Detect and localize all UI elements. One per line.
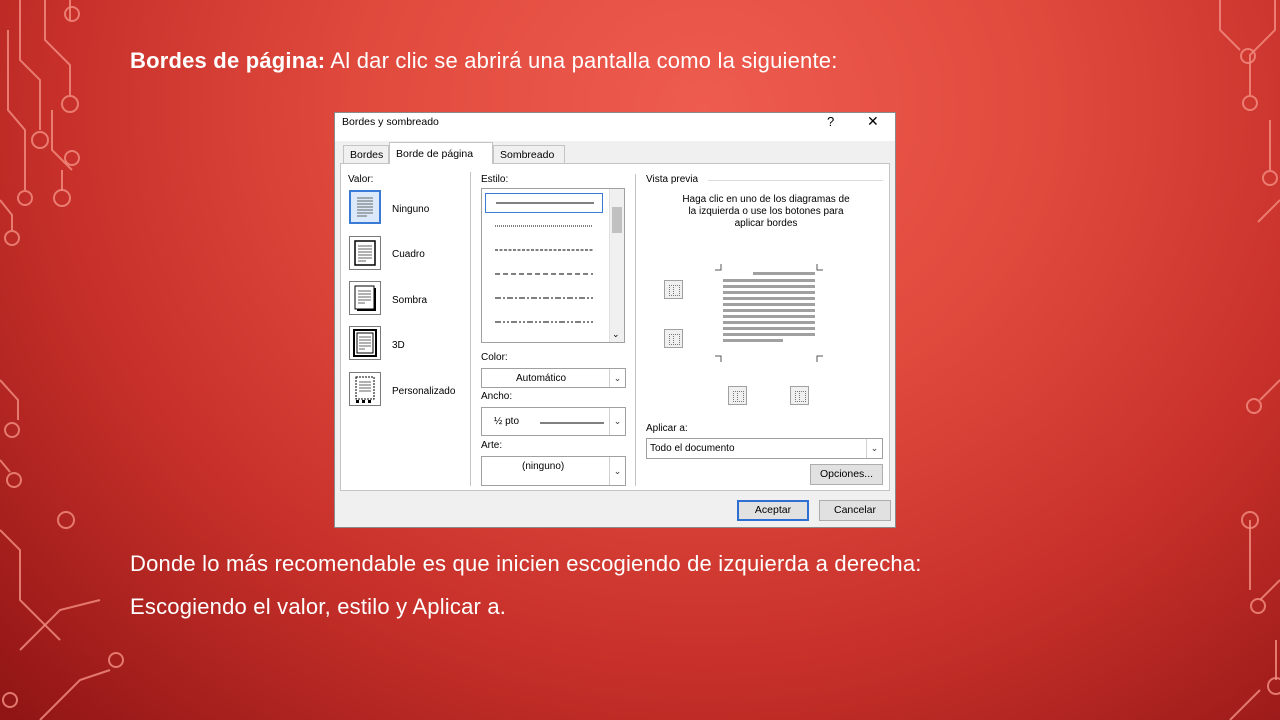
- vista-previa-label: Vista previa: [646, 174, 699, 185]
- help-icon[interactable]: ?: [827, 114, 834, 129]
- chevron-down-icon[interactable]: ⌄: [609, 408, 625, 435]
- middle-border-button[interactable]: [664, 329, 683, 348]
- page-3d-icon: [353, 329, 377, 357]
- estilo-listbox[interactable]: ⌄: [481, 188, 625, 343]
- valor-personalizado-label: Personalizado: [392, 386, 456, 397]
- aplicar-label: Aplicar a:: [646, 423, 688, 434]
- valor-cuadro-label: Cuadro: [392, 249, 425, 260]
- scroll-thumb[interactable]: [612, 207, 622, 233]
- style-dash-dot[interactable]: [485, 289, 603, 309]
- dialog-titlebar: Bordes y sombreado ? ✕: [335, 113, 895, 141]
- aceptar-button[interactable]: Aceptar: [737, 500, 809, 521]
- left-border-button[interactable]: [728, 386, 747, 405]
- style-dash-dot-dot[interactable]: [485, 313, 603, 333]
- cancelar-button[interactable]: Cancelar: [819, 500, 891, 521]
- page-shadow-icon: [354, 285, 376, 311]
- tab-bordes[interactable]: Bordes: [343, 145, 389, 163]
- color-label: Color:: [481, 352, 508, 363]
- tab-label: Bordes: [350, 149, 384, 161]
- color-value: Automático: [516, 373, 567, 384]
- divider: [635, 174, 636, 486]
- tab-label: Borde de página: [396, 148, 474, 160]
- right-border-button[interactable]: [790, 386, 809, 405]
- tab-sombreado[interactable]: Sombreado: [493, 145, 565, 163]
- style-solid[interactable]: [485, 193, 603, 213]
- arte-value: (ninguno): [522, 461, 565, 472]
- page-box-icon: [354, 240, 376, 266]
- style-dotted[interactable]: [485, 217, 603, 237]
- ancho-label: Ancho:: [481, 391, 513, 402]
- valor-cuadro-option[interactable]: [349, 236, 381, 270]
- circuit-decoration-right: [1219, 0, 1280, 720]
- group-line: [708, 180, 883, 181]
- tab-borde-de-pagina[interactable]: Borde de página: [389, 142, 493, 164]
- opciones-button[interactable]: Opciones...: [810, 464, 883, 485]
- vista-previa-hint: Haga clic en uno de los diagramas de la …: [682, 194, 850, 229]
- valor-sombra-label: Sombra: [392, 295, 428, 306]
- valor-3d-label: 3D: [392, 340, 405, 351]
- scroll-down-icon[interactable]: ⌄: [612, 329, 620, 340]
- chevron-down-icon[interactable]: ⌄: [609, 457, 625, 485]
- close-icon[interactable]: ✕: [867, 113, 879, 130]
- estilo-label: Estilo:: [481, 174, 509, 185]
- chevron-down-icon[interactable]: ⌄: [609, 369, 625, 387]
- aplicar-combo[interactable]: Todo el documento ⌄: [646, 438, 883, 459]
- ancho-combo[interactable]: ½ pto ⌄: [481, 407, 626, 436]
- page-custom-icon: [355, 376, 375, 403]
- valor-label: Valor:: [348, 174, 374, 185]
- valor-ninguno-label: Ninguno: [392, 204, 430, 215]
- divider: [470, 172, 471, 486]
- estilo-scrollbar[interactable]: ⌄: [609, 189, 624, 342]
- valor-3d-option[interactable]: [349, 326, 381, 360]
- heading-rest: Al dar clic se abrirá una pantalla como …: [325, 48, 838, 73]
- heading-bold: Bordes de página:: [130, 48, 326, 73]
- arte-combo[interactable]: (ninguno) ⌄: [481, 456, 626, 486]
- page-none-icon: [357, 197, 373, 217]
- style-dashed[interactable]: [485, 241, 603, 261]
- ancho-value: ½ pto: [494, 416, 520, 427]
- top-border-button[interactable]: [664, 280, 683, 299]
- line-sample: [540, 422, 604, 424]
- valor-ninguno-option[interactable]: [349, 190, 381, 224]
- valor-sombra-option[interactable]: [349, 281, 381, 315]
- body-line-2: Escogiendo el valor, estilo y Aplicar a.: [130, 594, 507, 619]
- slide-heading: Bordes de página: Al dar clic se abrirá …: [130, 48, 838, 74]
- page-preview: [715, 264, 823, 362]
- dialog-title: Bordes y sombreado: [342, 116, 439, 128]
- color-combo[interactable]: Automático ⌄: [481, 368, 626, 388]
- borders-dialog: Bordes y sombreado ? ✕ Bordes Borde de p…: [334, 112, 896, 528]
- body-line-1: Donde lo más recomendable es que inicien…: [130, 551, 922, 576]
- arte-label: Arte:: [481, 440, 503, 451]
- style-long-dashed[interactable]: [485, 265, 603, 285]
- tab-label: Sombreado: [500, 149, 555, 161]
- chevron-down-icon[interactable]: ⌄: [866, 439, 882, 458]
- tab-panel: Valor: Ninguno Cuadro Sombra 3D Personal…: [340, 163, 890, 491]
- aplicar-value: Todo el documento: [650, 443, 735, 454]
- circuit-decoration-left: [0, 0, 124, 720]
- valor-personalizado-option[interactable]: [349, 372, 381, 406]
